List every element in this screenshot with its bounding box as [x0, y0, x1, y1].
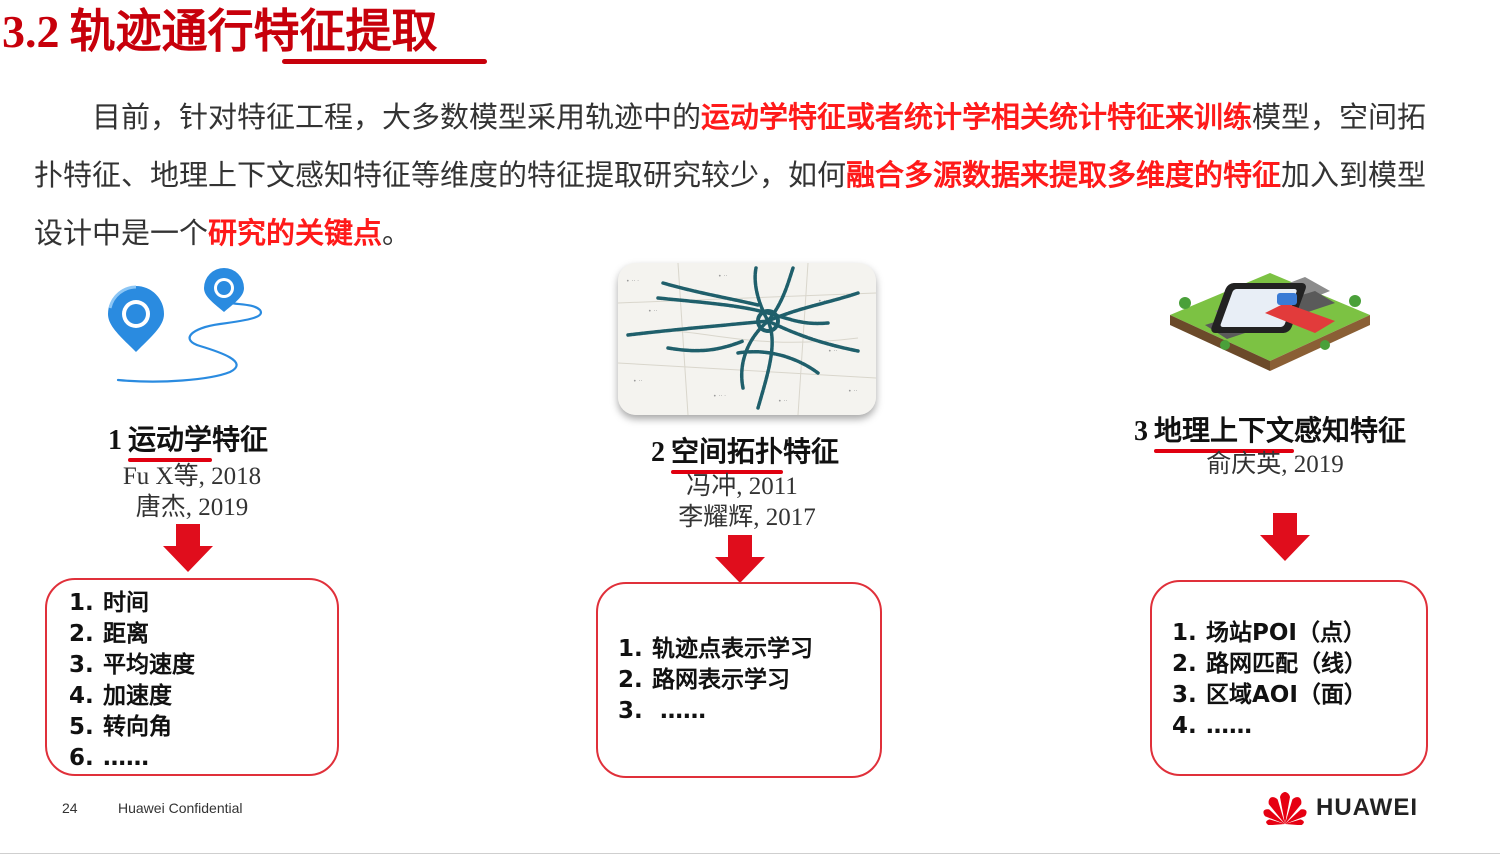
- svg-text:• ··: • ··: [848, 388, 857, 395]
- col1-ref-2: 唐杰, 2019: [135, 494, 249, 521]
- svg-text:• ··: • ··: [828, 348, 837, 355]
- svg-text:• ·· ·: • ·· ·: [713, 393, 726, 400]
- col1-number: 1: [108, 425, 122, 456]
- down-arrow-icon: [715, 535, 765, 583]
- list-item: 5. 转向角: [69, 714, 172, 740]
- trajectory-map-image: • ·· · • ·· • ·· • ·· • ·· • ·· · • ·· • ·· • …: [618, 263, 876, 415]
- para-highlight-1: 运动学特征或者统计学相关统计特征来训练: [701, 100, 1253, 134]
- col2-title-rest: 特征: [783, 435, 840, 468]
- list-item: 2. 路网匹配（线）: [1172, 651, 1367, 677]
- list-item: 2. 路网表示学习: [618, 667, 790, 693]
- para-highlight-2: 融合多源数据来提取多维度的特征: [846, 158, 1282, 192]
- slide-title: 3.2 轨迹通行特征提取: [2, 0, 438, 62]
- col2-number: 2: [651, 437, 665, 468]
- list-item: 3. 区域AOI（面）: [1172, 682, 1367, 708]
- svg-text:• ··: • ··: [778, 398, 787, 405]
- list-item: 3. ……: [618, 698, 707, 724]
- col1-feature-list: 1. 时间 2. 距离 3. 平均速度 4. 加速度 5. 转向角 6.……: [69, 588, 337, 774]
- list-item: 2. 距离: [69, 621, 149, 647]
- confidential-label: Huawei Confidential: [118, 800, 243, 816]
- list-item: 6.……: [69, 745, 149, 771]
- map-navigation-icon: [1170, 273, 1370, 371]
- col2-feature-list: 1. 轨迹点表示学习 2. 路网表示学习 3. ……: [618, 634, 880, 727]
- list-item: 1. 轨迹点表示学习: [618, 636, 813, 662]
- huawei-logo: HUAWEI: [1262, 790, 1418, 826]
- col2-ref-2: 李耀辉, 2017: [678, 504, 816, 531]
- list-item: 3. 平均速度: [69, 652, 195, 678]
- huawei-logo-text: HUAWEI: [1316, 794, 1418, 821]
- col1-feature-list-box: 1. 时间 2. 距离 3. 平均速度 4. 加速度 5. 转向角 6.……: [45, 578, 339, 776]
- para-text-4: 。: [382, 216, 412, 250]
- huawei-flower-icon: [1263, 792, 1307, 825]
- list-item: 1. 时间: [69, 590, 149, 616]
- col3-title-rest: 感知特征: [1294, 414, 1407, 447]
- col3-feature-list-box: 1. 场站POI（点） 2. 路网匹配（线） 3. 区域AOI（面） 4.……: [1150, 580, 1428, 776]
- col1-title-rest: 特征: [212, 423, 269, 456]
- list-item: 4. 加速度: [69, 683, 172, 709]
- intro-paragraph: 目前，针对特征工程，大多数模型采用轨迹中的运动学特征或者统计学相关统计特征来训练…: [34, 88, 1434, 262]
- col1-title-underlined: 运动学: [128, 423, 213, 456]
- svg-text:• ··: • ··: [633, 378, 642, 385]
- page-number: 24: [62, 800, 78, 816]
- col3-title-underlined: 地理上下文: [1154, 414, 1295, 447]
- location-pin-icon: [108, 268, 263, 383]
- col1-title: 1 运动学特征: [108, 418, 268, 458]
- title-underline: [282, 59, 487, 64]
- list-item: 4.……: [1172, 713, 1252, 739]
- col3-ref-1: 俞庆英, 2019: [1206, 451, 1344, 478]
- down-arrow-icon: [1260, 513, 1310, 561]
- svg-text:• ·· ·: • ·· ·: [626, 278, 639, 285]
- col3-feature-list: 1. 场站POI（点） 2. 路网匹配（线） 3. 区域AOI（面） 4.……: [1172, 618, 1426, 742]
- col3-title: 3 地理上下文感知特征: [1134, 409, 1406, 449]
- para-text-1: 目前，针对特征工程，大多数模型采用轨迹中的: [92, 100, 702, 134]
- svg-text:• ··: • ··: [718, 273, 727, 280]
- para-highlight-3: 研究的关键点: [208, 216, 383, 250]
- col2-title: 2 空间拓扑特征: [651, 430, 839, 470]
- list-item: 1. 场站POI（点）: [1172, 620, 1366, 646]
- down-arrow-icon: [163, 524, 213, 572]
- svg-text:• ··: • ··: [648, 308, 657, 315]
- col3-number: 3: [1134, 416, 1148, 447]
- section-title: 轨迹通行特征提取: [69, 4, 438, 58]
- col2-title-underlined: 空间拓扑: [671, 435, 784, 468]
- bottom-divider: [0, 853, 1500, 854]
- section-number: 3.2: [2, 6, 60, 57]
- col2-feature-list-box: 1. 轨迹点表示学习 2. 路网表示学习 3. ……: [596, 582, 882, 778]
